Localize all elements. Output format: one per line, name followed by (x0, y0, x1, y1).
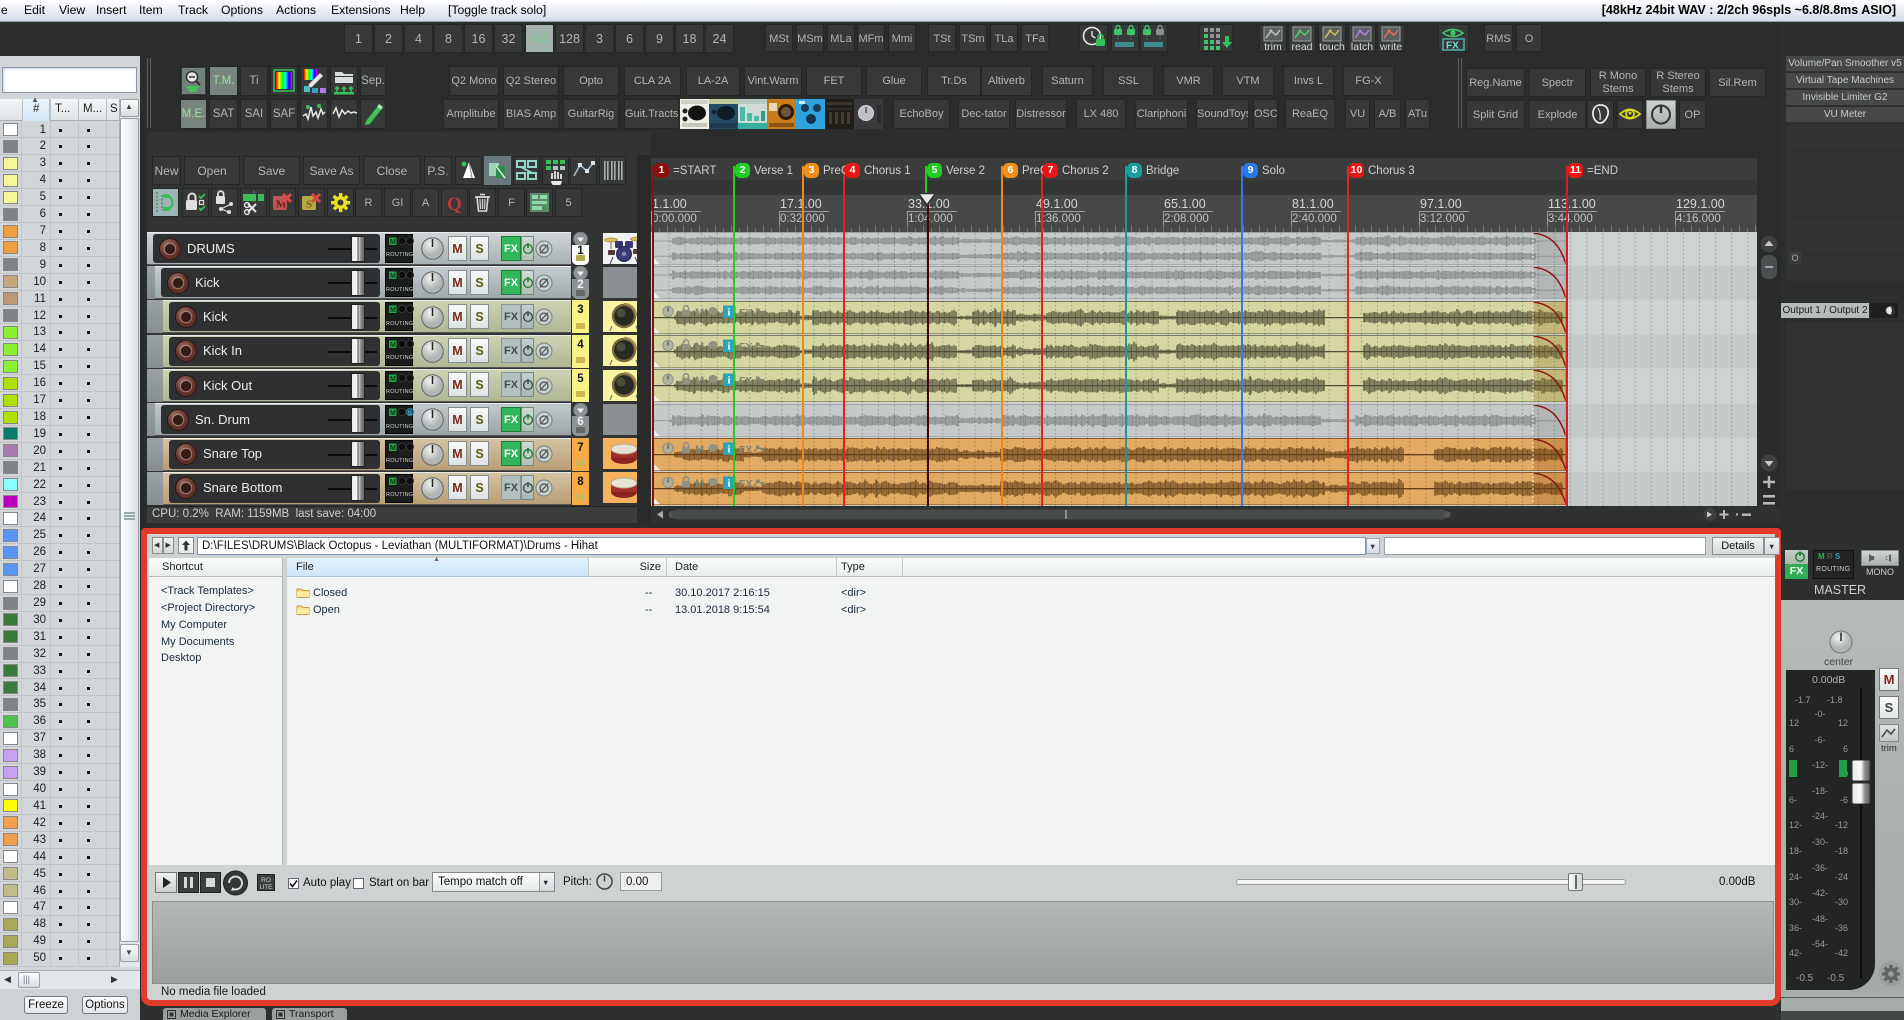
svg-text:M: M (390, 307, 396, 314)
svg-text:FX: FX (739, 341, 752, 352)
svg-text:i: i (728, 479, 731, 490)
svg-text:S: S (306, 199, 312, 211)
svg-text:i: i (728, 445, 731, 456)
svg-text:FX: FX (739, 375, 752, 386)
svg-text:Q: Q (447, 194, 462, 215)
svg-text:M: M (390, 479, 396, 486)
svg-text:M: M (695, 307, 704, 318)
svg-text:M: M (390, 239, 396, 246)
svg-text:M: M (390, 273, 396, 280)
svg-text:M: M (390, 342, 396, 349)
svg-text:M: M (695, 375, 704, 386)
svg-text:FX: FX (739, 307, 752, 318)
svg-text:FX: FX (739, 444, 752, 455)
svg-text:M: M (695, 478, 704, 489)
svg-text:i: i (728, 376, 731, 387)
svg-text:M: M (390, 445, 396, 452)
svg-text:FX: FX (739, 478, 752, 489)
svg-text:S: S (408, 410, 413, 417)
svg-text:M: M (695, 444, 704, 455)
svg-text:i: i (728, 308, 731, 319)
svg-text:FX: FX (1446, 41, 1459, 52)
svg-text:i: i (728, 342, 731, 353)
svg-text:M: M (390, 376, 396, 383)
svg-text:M: M (695, 341, 704, 352)
svg-text:M: M (390, 410, 396, 417)
